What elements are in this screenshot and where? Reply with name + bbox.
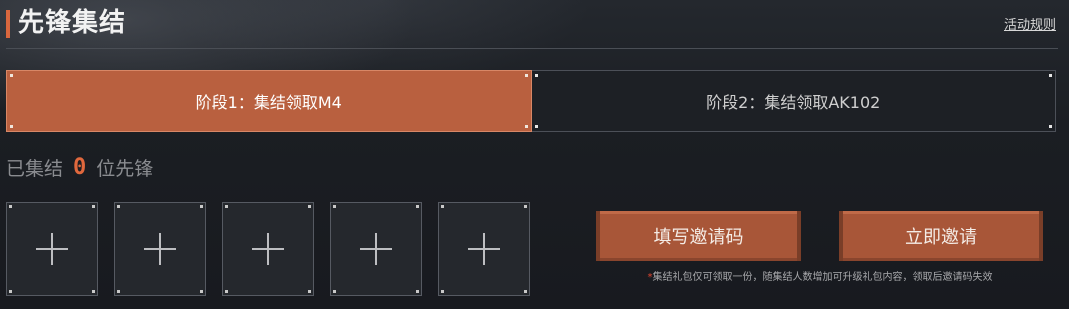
invite-now-button[interactable]: 立即邀请 (839, 211, 1043, 261)
corner-dot (92, 290, 95, 293)
invite-slot[interactable] (222, 202, 314, 296)
plus-icon (360, 233, 392, 265)
invite-slot[interactable] (330, 202, 422, 296)
page-title: 先锋集结 (18, 8, 127, 38)
invite-notice: *集结礼包仅可领取一份，随集结人数增加可升级礼包内容，领取后邀请码失效 (560, 268, 1069, 283)
corner-dot (441, 290, 444, 293)
corner-dot (117, 205, 120, 208)
corner-dot (225, 205, 228, 208)
corner-dot (117, 290, 120, 293)
plus-icon (468, 233, 500, 265)
corner-dot (225, 290, 228, 293)
invite-slots (6, 202, 536, 296)
corner-dot (534, 74, 538, 77)
button-edge (600, 258, 797, 261)
plus-icon (36, 233, 68, 265)
corner-dot (1049, 125, 1052, 128)
corner-dot (416, 205, 419, 208)
plus-icon (144, 233, 176, 265)
corner-dot (308, 205, 311, 208)
header-divider (6, 48, 1058, 49)
corner-dot (524, 290, 527, 293)
corner-dot (416, 290, 419, 293)
corner-dot (10, 74, 13, 77)
corner-dot (9, 290, 12, 293)
button-edge (600, 211, 797, 214)
tab-stage-1-label: 阶段1：集结领取M4 (195, 93, 342, 112)
corner-dot (333, 290, 336, 293)
corner-dot (441, 205, 444, 208)
invite-now-label: 立即邀请 (905, 227, 977, 248)
tab-stage-2[interactable]: 阶段2：集结领取AK102 (531, 70, 1056, 132)
tab-stage-1[interactable]: 阶段1：集结领取M4 (6, 70, 532, 132)
plus-icon (252, 233, 284, 265)
activity-rules-link[interactable]: 活动规则 (1004, 14, 1056, 33)
title-accent-bar (6, 10, 10, 38)
stage-tabs: 阶段1：集结领取M4 阶段2：集结领取AK102 (6, 70, 1056, 132)
gathered-suffix: 位先锋 (96, 157, 154, 180)
gathered-number: 0 (73, 154, 87, 180)
invite-slot[interactable] (114, 202, 206, 296)
header: 先锋集结 活动规则 (6, 4, 1058, 50)
corner-dot (333, 205, 336, 208)
notice-text: 集结礼包仅可领取一份，随集结人数增加可升级礼包内容，领取后邀请码失效 (652, 272, 993, 283)
corner-dot (524, 205, 527, 208)
button-edge (843, 258, 1039, 261)
invite-slot[interactable] (6, 202, 98, 296)
tab-stage-2-label: 阶段2：集结领取AK102 (706, 93, 881, 112)
corner-dot (1049, 74, 1052, 77)
fill-invite-code-label: 填写邀请码 (653, 227, 744, 248)
corner-dot (200, 290, 203, 293)
invite-slot[interactable] (438, 202, 530, 296)
corner-dot (534, 125, 538, 128)
corner-dot (92, 205, 95, 208)
gathered-count: 已集结 0 位先锋 (6, 152, 153, 182)
corner-dot (9, 205, 12, 208)
corner-dot (10, 125, 13, 128)
fill-invite-code-button[interactable]: 填写邀请码 (596, 211, 801, 261)
corner-dot (524, 74, 528, 77)
corner-dot (308, 290, 311, 293)
corner-dot (524, 125, 528, 128)
button-edge (843, 211, 1039, 214)
corner-dot (200, 205, 203, 208)
gathered-prefix: 已集结 (6, 157, 64, 180)
